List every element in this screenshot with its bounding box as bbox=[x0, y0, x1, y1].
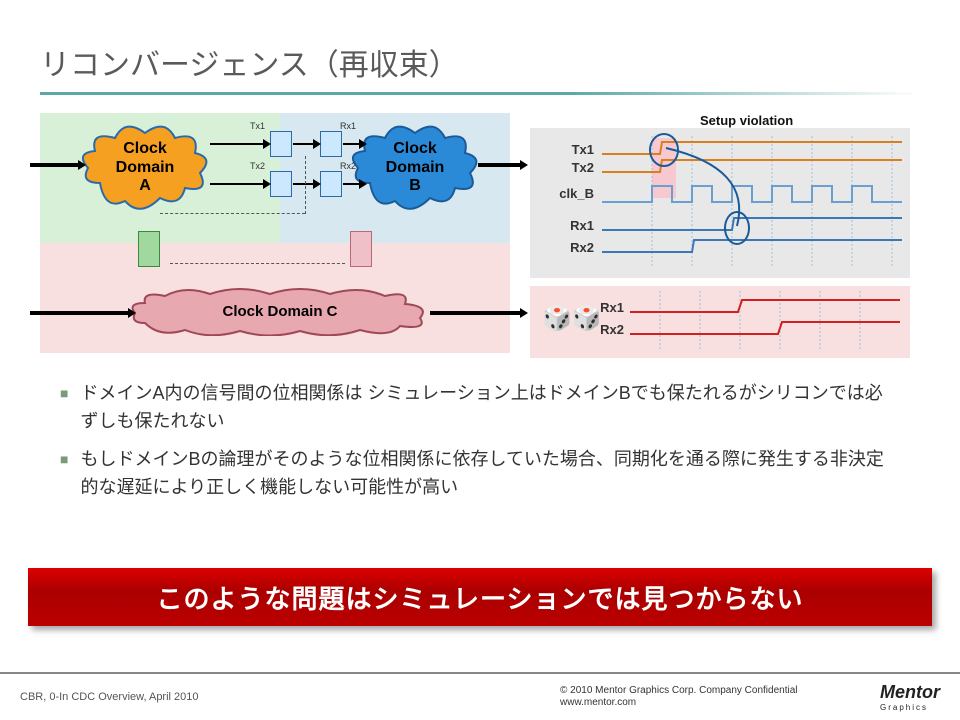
label-rx1: Rx1 bbox=[340, 121, 356, 131]
footer-center: © 2010 Mentor Graphics Corp. Company Con… bbox=[560, 685, 798, 709]
wire-rx2-b bbox=[343, 183, 361, 185]
callout-bar: このような問題はシミュレーションでは見つからない bbox=[28, 568, 932, 626]
waveforms-1 bbox=[602, 128, 902, 278]
cloud-domain-b: Clock Domain B bbox=[350, 123, 480, 213]
ff-tx2 bbox=[270, 171, 292, 197]
t1-tx1: Tx1 bbox=[544, 142, 594, 157]
cloud-a-label: Clock Domain A bbox=[116, 140, 175, 195]
brand-sub: Graphics bbox=[880, 703, 940, 712]
label-rx2: Rx2 bbox=[340, 161, 356, 171]
wire-a-tx2 bbox=[210, 183, 265, 185]
footer: CBR, 0-In CDC Overview, April 2010 © 201… bbox=[0, 672, 960, 720]
waveforms-2 bbox=[630, 286, 900, 358]
t1-rx2: Rx2 bbox=[544, 240, 594, 255]
footer-copyright: © 2010 Mentor Graphics Corp. Company Con… bbox=[560, 685, 798, 697]
ff-rx2 bbox=[320, 171, 342, 197]
t2-rx1: Rx1 bbox=[574, 300, 624, 315]
bullet-2: もしドメインBの論理がそのような位相関係に依存していた場合、同期化を通る際に発生… bbox=[60, 446, 900, 502]
arrow-in-c bbox=[30, 311, 130, 315]
t1-rx1: Rx1 bbox=[544, 218, 594, 233]
setup-violation-label: Setup violation bbox=[700, 113, 960, 128]
ff-tx1 bbox=[270, 131, 292, 157]
dash-v1 bbox=[305, 156, 306, 214]
arrow-out-b bbox=[478, 163, 522, 167]
brand-main: Mentor bbox=[880, 682, 940, 702]
cloud-b-label: Clock Domain B bbox=[386, 140, 445, 195]
bullet-1-text: ドメインA内の信号間の位相関係は シミュレーション上はドメインBでも保たれるがシ… bbox=[80, 380, 900, 436]
wire-a-tx1 bbox=[210, 143, 265, 145]
footer-brand: Mentor Graphics bbox=[880, 682, 940, 712]
slide: リコンバージェンス（再収束） Clock Domain A Clock Doma… bbox=[0, 0, 960, 502]
wire-rx1-b bbox=[343, 143, 361, 145]
wire-tx2-rx2 bbox=[293, 183, 315, 185]
label-tx2: Tx2 bbox=[250, 161, 265, 171]
timing-panel-2: 🎲🎲 Rx1 Rx2 bbox=[530, 286, 910, 358]
dash-h2 bbox=[170, 263, 345, 264]
bullet-1: ドメインA内の信号間の位相関係は シミュレーション上はドメインBでも保たれるがシ… bbox=[60, 380, 900, 436]
sync-green bbox=[138, 231, 160, 267]
footer-url: www.mentor.com bbox=[560, 697, 798, 709]
label-tx1: Tx1 bbox=[250, 121, 265, 131]
divider bbox=[40, 92, 920, 95]
callout-text: このような問題はシミュレーションでは見つからない bbox=[157, 579, 804, 616]
sync-pink bbox=[350, 231, 372, 267]
cloud-c-label: Clock Domain C bbox=[222, 303, 337, 320]
timing-diagrams: Setup violation Tx1 Tx2 clk_B Rx1 Rx2 bbox=[530, 113, 920, 358]
dash-h1 bbox=[160, 213, 305, 214]
t1-tx2: Tx2 bbox=[544, 160, 594, 175]
arrow-in-a bbox=[30, 163, 80, 167]
t1-clkb: clk_B bbox=[544, 186, 594, 201]
arrow-out-c bbox=[430, 311, 522, 315]
cloud-domain-a: Clock Domain A bbox=[80, 123, 210, 213]
bullet-list: ドメインA内の信号間の位相関係は シミュレーション上はドメインBでも保たれるがシ… bbox=[40, 380, 920, 502]
t2-rx2: Rx2 bbox=[574, 322, 624, 337]
footer-left: CBR, 0-In CDC Overview, April 2010 bbox=[20, 691, 199, 703]
cloud-domain-c: Clock Domain C bbox=[130, 288, 430, 336]
ff-rx1 bbox=[320, 131, 342, 157]
slide-title: リコンバージェンス（再収束） bbox=[40, 20, 920, 92]
bullet-2-text: もしドメインBの論理がそのような位相関係に依存していた場合、同期化を通る際に発生… bbox=[80, 446, 900, 502]
wire-tx1-rx1 bbox=[293, 143, 315, 145]
diagram-area: Clock Domain A Clock Domain B Clock Doma… bbox=[40, 113, 920, 358]
timing-panel-1: Tx1 Tx2 clk_B Rx1 Rx2 bbox=[530, 128, 910, 278]
clock-domain-diagram: Clock Domain A Clock Domain B Clock Doma… bbox=[40, 113, 510, 353]
